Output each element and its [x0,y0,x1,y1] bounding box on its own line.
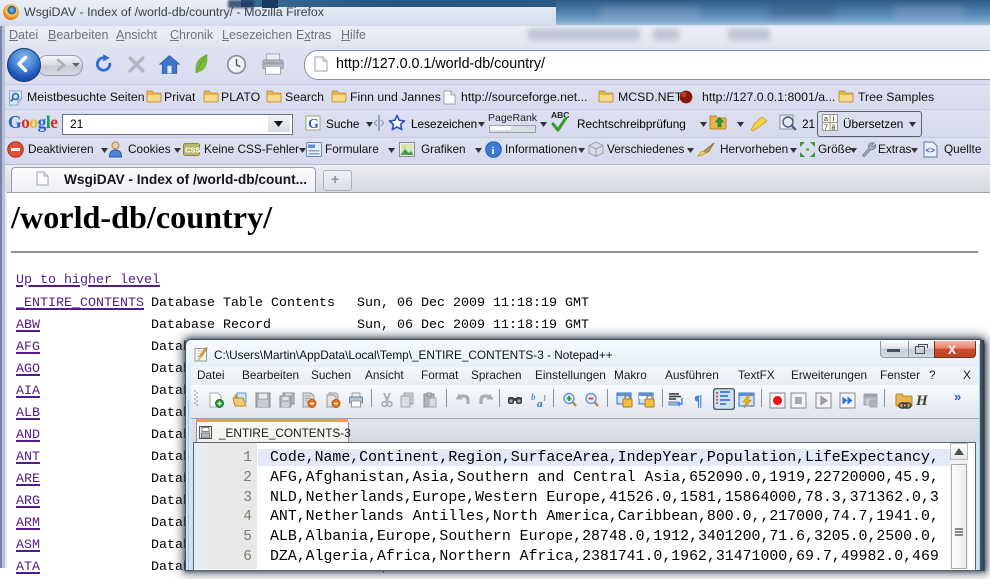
svg-text:<>: <> [926,147,936,156]
svg-text:ä: ä [832,125,836,132]
svg-text:¶: ¶ [694,393,703,408]
svg-text:CSS: CSS [185,146,200,155]
svg-text:i: i [492,145,495,157]
svg-text:a: a [537,398,543,408]
svg-text:H: H [916,393,929,407]
svg-text:a: a [824,116,828,123]
svg-text:b: b [531,392,536,402]
svg-text:G: G [308,117,319,131]
svg-text:í: í [833,116,835,123]
svg-text:7: 7 [824,125,828,132]
